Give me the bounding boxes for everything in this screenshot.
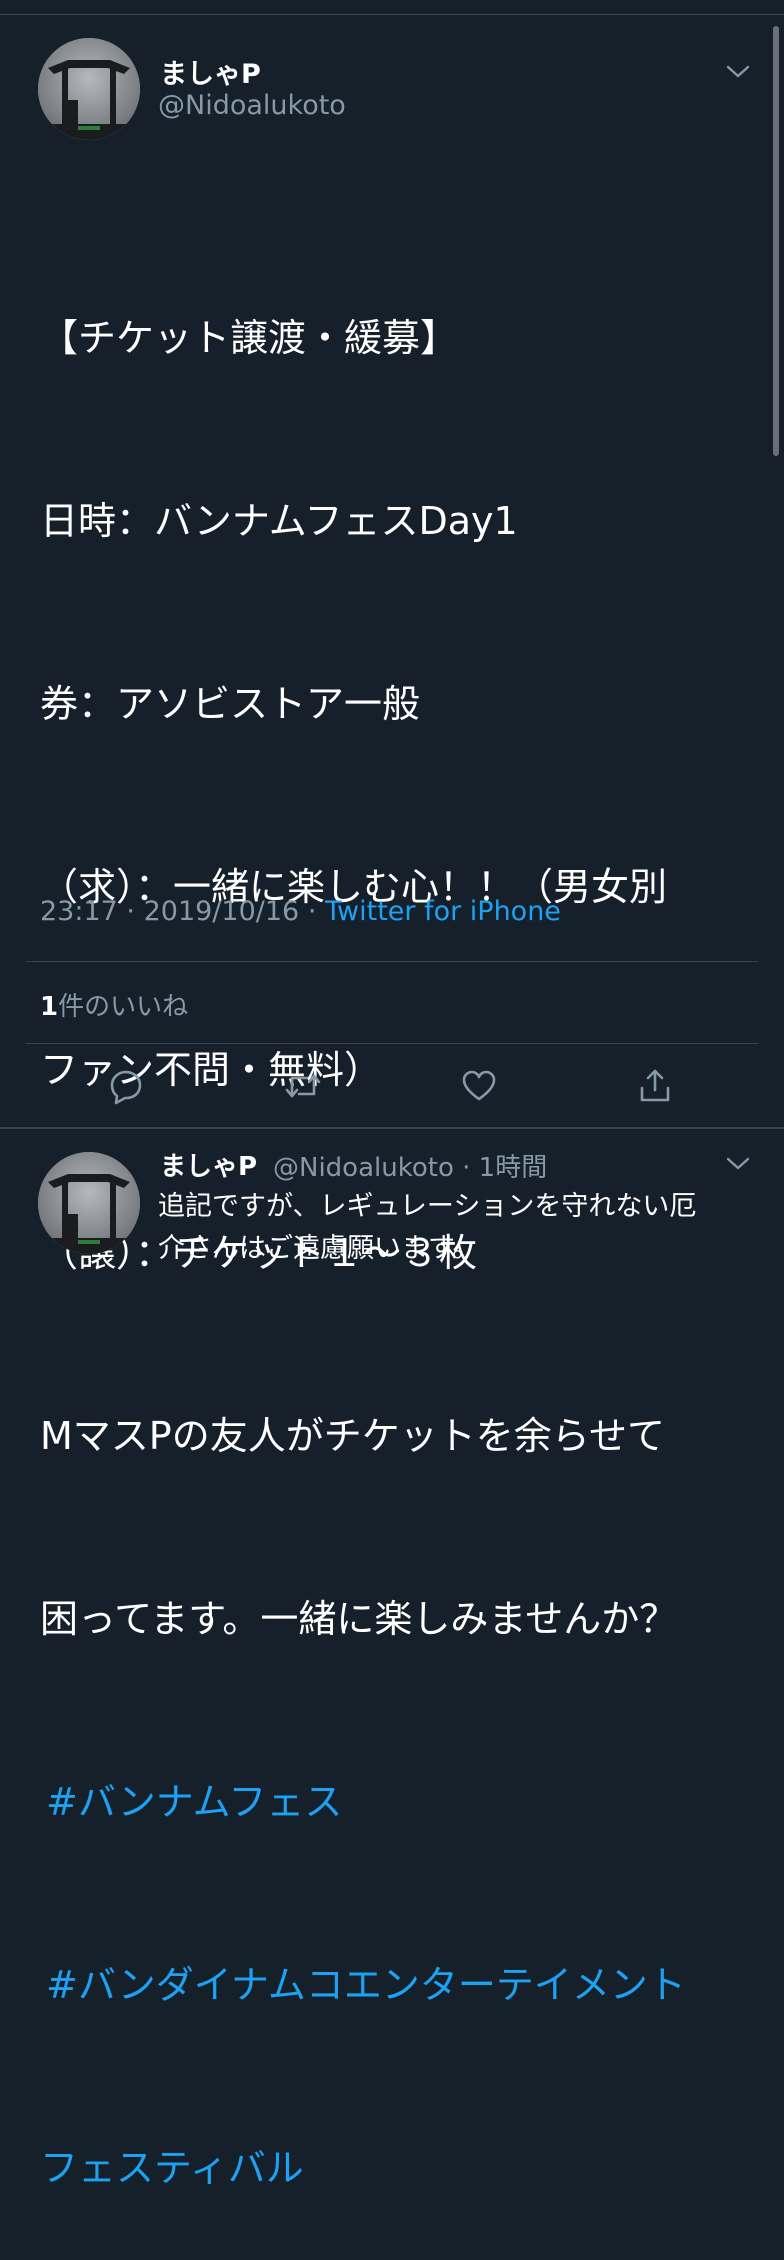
share-icon[interactable] [635, 1066, 675, 1106]
retweet-icon[interactable] [283, 1066, 323, 1106]
avatar[interactable] [38, 38, 140, 140]
chevron-down-icon[interactable] [723, 1154, 753, 1174]
like-icon[interactable] [459, 1066, 499, 1106]
tweet-text-line: 券：アソビストア一般 [40, 682, 421, 726]
reply-text-line: 追記ですが、レギュレーションを守れない厄 [158, 1191, 697, 1222]
tweet-text-line: 日時：バンナムフェスDay1 [40, 499, 518, 543]
hashtag-link[interactable]: #バンナムフェス [40, 1772, 760, 1833]
user-handle[interactable]: @Nidoalukoto [158, 90, 346, 121]
likes-count[interactable]: 1件のいいね [40, 986, 188, 1023]
top-divider [0, 14, 784, 15]
likes-number: 1 [40, 992, 59, 1022]
reply-handle-time[interactable]: @Nidoalukoto · 1時間 [273, 1147, 547, 1184]
tweet-date[interactable]: 2019/10/16 [144, 896, 300, 927]
reply-display-name[interactable]: ましゃP [160, 1146, 257, 1183]
tweet-text-line: MマスPの友人がチケットを余らせて [40, 1414, 665, 1458]
display-name[interactable]: ましゃP [160, 52, 261, 91]
reply-icon[interactable] [106, 1066, 146, 1106]
divider [26, 961, 758, 962]
likes-label: 件のいいね [58, 992, 189, 1022]
scrollbar[interactable] [773, 26, 779, 456]
tweet-meta: 23:17 · 2019/10/16 · Twitter for iPhone [40, 896, 561, 927]
hashtag-link[interactable]: #バンダイナムコエンターテイメント [40, 1955, 760, 2016]
meta-dot: · [307, 896, 317, 927]
tweet-source-link[interactable]: Twitter for iPhone [325, 896, 561, 927]
tweet-separator [0, 1127, 784, 1129]
chevron-down-icon[interactable] [723, 62, 753, 82]
reply-text: 追記ですが、レギュレーションを守れない厄 介さんはご遠慮願います。 [158, 1186, 738, 1270]
reply-text-line: 介さんはご遠慮願います。 [158, 1233, 480, 1264]
tweet-time[interactable]: 23:17 [40, 896, 118, 927]
divider [26, 1043, 758, 1044]
hashtag-link-continuation[interactable]: フェスティバル [40, 2138, 760, 2199]
tweet-text-line: 困ってます。一緒に楽しみませんか？ [40, 1597, 678, 1641]
reply-avatar[interactable] [38, 1152, 140, 1254]
tweet-text-line: 【チケット譲渡・緩募】 [40, 316, 459, 360]
meta-dot: · [126, 896, 135, 927]
